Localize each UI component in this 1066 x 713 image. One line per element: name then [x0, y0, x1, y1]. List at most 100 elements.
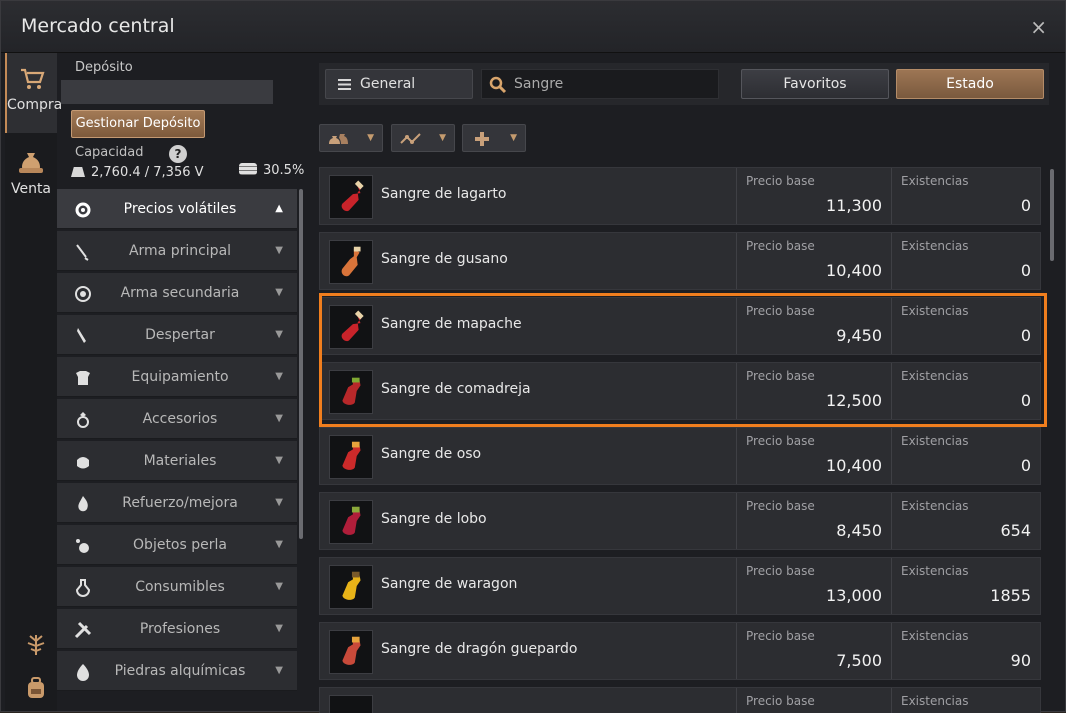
list-item[interactable]: Sangre de oso Precio base 10,400 Existenc… [319, 427, 1041, 485]
titlebar: Mercado central × [1, 1, 1065, 53]
manage-deposit-button[interactable]: Gestionar Depósito [71, 110, 205, 138]
category-label: Precios volátiles [123, 201, 237, 217]
potion-icon [329, 565, 373, 609]
stock-cell: Existencias 0 [891, 298, 1041, 354]
base-price-label: Precio base [746, 239, 815, 253]
potion-icon [329, 435, 373, 479]
item-list-scrollbar[interactable] [1050, 169, 1054, 261]
category-dropdown[interactable]: General [325, 69, 473, 99]
list-item[interactable]: Precio base Existencias [319, 687, 1041, 713]
stock-cell: Existencias 0 [891, 233, 1041, 289]
base-price-value: 12,500 [826, 391, 882, 410]
category-label: Piedras alquímicas [114, 663, 246, 679]
stock-label: Existencias [901, 239, 969, 253]
stock-cell: Existencias [891, 688, 1041, 713]
blade-icon [77, 328, 86, 343]
stock-cell: Existencias 0 [891, 363, 1041, 419]
favorites-button[interactable]: Favoritos [741, 69, 889, 99]
plus-icon [475, 132, 489, 146]
stock-label: Existencias [901, 629, 969, 643]
tree-icon[interactable] [23, 631, 49, 657]
category-label: Arma secundaria [120, 285, 240, 301]
category-arma-principal[interactable]: Arma principal ▼ [57, 231, 297, 271]
filter-enhance-dropdown[interactable]: ▼ [462, 124, 526, 152]
stock-value: 0 [1020, 261, 1031, 280]
search-box [481, 69, 719, 99]
category-label: Objetos perla [133, 537, 227, 553]
trend-icon [400, 133, 421, 144]
base-price-cell: Precio base [736, 688, 892, 713]
stock-label: Existencias [901, 564, 969, 578]
close-icon[interactable]: × [1030, 15, 1047, 39]
filter-bags-dropdown[interactable]: ▼ [319, 124, 383, 152]
status-button[interactable]: Estado [896, 69, 1044, 99]
item-name: Sangre de oso [381, 446, 482, 462]
stone-icon [77, 664, 89, 681]
help-icon[interactable]: ? [169, 145, 187, 163]
category-arma-secundaria[interactable]: Arma secundaria ▼ [57, 273, 297, 313]
sword-icon [76, 244, 89, 261]
category-list: Precios volátiles ▲ Arma principal ▼ Arm… [57, 189, 297, 709]
list-item[interactable]: Sangre de waragon Precio base 13,000 Exis… [319, 557, 1041, 615]
category-accesorios[interactable]: Accesorios ▼ [57, 399, 297, 439]
stock-label: Existencias [901, 499, 969, 513]
item-name: Sangre de waragon [381, 576, 518, 592]
list-item[interactable]: Sangre de lobo Precio base 8,450 Existenc… [319, 492, 1041, 550]
stock-value: 0 [1020, 326, 1031, 345]
item-name: Sangre de dragón guepardo [381, 641, 578, 657]
base-price-cell: Precio base 13,000 [736, 558, 892, 614]
list-item[interactable]: Sangre de dragón guepardo Precio base 7,5… [319, 622, 1041, 680]
category-label: Equipamiento [131, 369, 229, 385]
backpack-icon[interactable] [23, 675, 49, 701]
base-price-cell: Precio base 7,500 [736, 623, 892, 679]
list-item[interactable]: Sangre de comadreja Precio base 12,500 Ex… [319, 362, 1041, 420]
tab-compra[interactable]: Compra [5, 53, 62, 133]
stock-cell: Existencias 1855 [891, 558, 1041, 614]
category-refuerzo-mejora[interactable]: Refuerzo/mejora ▼ [57, 483, 297, 523]
list-item[interactable]: Sangre de lagarto Precio base 11,300 Exis… [319, 167, 1041, 225]
stock-value: 0 [1020, 456, 1031, 475]
item-name: Sangre de mapache [381, 316, 522, 332]
list-item[interactable]: Sangre de gusano Precio base 10,400 Exist… [319, 232, 1041, 290]
tab-venta[interactable]: Venta [5, 137, 57, 217]
capacity-percent-text: 30.5% [263, 163, 305, 178]
item-list: Sangre de lagarto Precio base 11,300 Exis… [319, 167, 1041, 713]
base-price-value: 8,450 [836, 521, 882, 540]
category-consumibles[interactable]: Consumibles ▼ [57, 567, 297, 607]
search-input[interactable] [514, 74, 714, 94]
list-item[interactable]: Sangre de mapache Precio base 9,450 Exist… [319, 297, 1041, 355]
filter-trend-dropdown[interactable]: ▼ [391, 124, 455, 152]
capacity-percent: 30.5% [239, 163, 304, 178]
vertical-tabs: Compra Venta [5, 53, 62, 711]
category-label: Consumibles [135, 579, 225, 595]
category-precios-volatiles[interactable]: Precios volátiles ▲ [57, 189, 297, 229]
base-price-cell: Precio base 10,400 [736, 428, 892, 484]
chevron-down-icon: ▼ [367, 133, 374, 143]
chevron-down-icon: ▼ [275, 329, 283, 340]
capacity-value-text: 2,760.4 / 7,356 V [91, 165, 204, 180]
category-label: Accesorios [142, 411, 218, 427]
item-name: Sangre de lobo [381, 511, 487, 527]
category-objetos-perla[interactable]: Objetos perla ▼ [57, 525, 297, 565]
category-materiales[interactable]: Materiales ▼ [57, 441, 297, 481]
category-scrollbar[interactable] [299, 189, 303, 539]
chevron-down-icon: ▼ [275, 581, 283, 592]
category-equipamiento[interactable]: Equipamiento ▼ [57, 357, 297, 397]
item-thumbnail [329, 695, 373, 713]
deposit-field[interactable] [61, 80, 273, 104]
search-icon[interactable] [489, 76, 507, 94]
stock-cell: Existencias 654 [891, 493, 1041, 549]
gear-icon [75, 202, 91, 218]
item-name: Sangre de lagarto [381, 186, 507, 202]
category-label: Materiales [143, 453, 217, 469]
capacity-value: 2,760.4 / 7,356 V [71, 165, 204, 180]
shield-icon [75, 286, 91, 302]
base-price-label: Precio base [746, 629, 815, 643]
category-despertar[interactable]: Despertar ▼ [57, 315, 297, 355]
stock-value: 0 [1020, 391, 1031, 410]
money-bag-icon [19, 153, 43, 173]
potion-icon [329, 175, 373, 219]
category-piedras-alquimicas[interactable]: Piedras alquímicas ▼ [57, 651, 297, 691]
list-icon [338, 79, 351, 90]
category-profesiones[interactable]: Profesiones ▼ [57, 609, 297, 649]
